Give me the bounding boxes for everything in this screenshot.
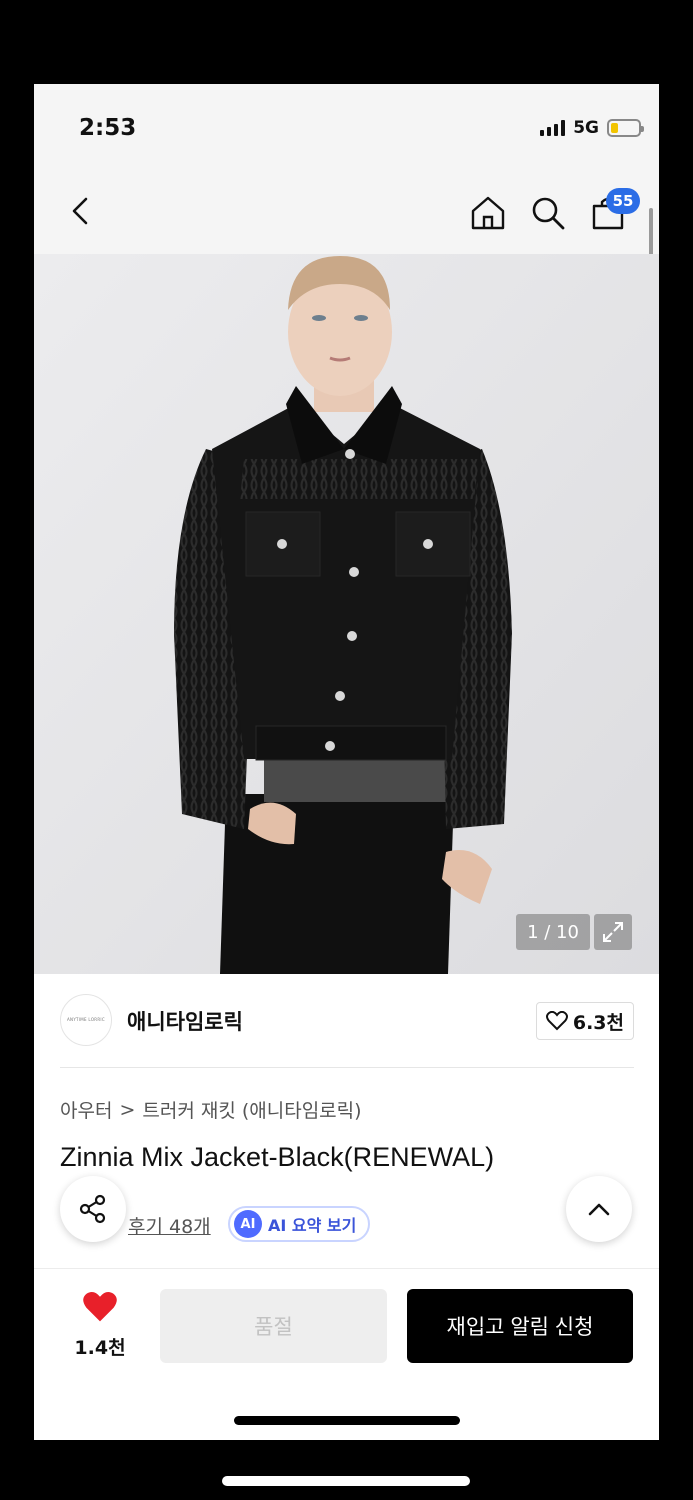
signal-icon (540, 120, 566, 136)
breadcrumb: 아우터 > 트러커 재킷 (애니타임로릭) (60, 1096, 362, 1123)
ai-badge-icon: AI (234, 1210, 262, 1238)
heart-filled-icon (83, 1292, 117, 1322)
search-button[interactable] (529, 194, 567, 232)
status-bar: 2:53 5G (34, 84, 659, 174)
top-nav: 55 (34, 174, 659, 254)
network-label: 5G (573, 118, 599, 138)
search-icon (532, 197, 565, 230)
share-button[interactable] (60, 1176, 126, 1242)
cart-count-badge: 55 (606, 188, 640, 214)
wishlist-count: 1.4천 (74, 1337, 126, 1359)
product-image[interactable]: 1 / 10 (34, 254, 659, 974)
product-title: Zinnia Mix Jacket-Black(RENEWAL) (60, 1142, 495, 1172)
ai-summary-label: AI 요약 보기 (268, 1216, 357, 1235)
chevron-left-icon (72, 197, 88, 225)
review-count-link[interactable]: 후기 48개 (128, 1212, 211, 1239)
model-photo (34, 254, 659, 974)
brand-like-count: 6.3천 (572, 1011, 624, 1034)
brand-like-button[interactable]: 6.3천 (535, 1002, 634, 1040)
brand-row: ANYTIME LORRIC 애니타임로릭 6.3천 (60, 994, 634, 1068)
breadcrumb-category[interactable]: 아우터 (60, 1096, 112, 1123)
battery-icon (607, 119, 644, 137)
image-counter: 1 / 10 (516, 914, 590, 950)
chevron-up-icon (588, 1203, 610, 1216)
status-time: 2:53 (79, 115, 137, 141)
bottom-action-bar: 1.4천 품절 재입고 알림 신청 (34, 1268, 659, 1440)
heart-outline-icon (545, 1011, 568, 1031)
share-icon (79, 1194, 106, 1224)
status-icons: 5G (540, 118, 644, 138)
home-icon (471, 196, 505, 230)
brand-logo[interactable]: ANYTIME LORRIC (60, 994, 112, 1046)
restock-alert-button[interactable]: 재입고 알림 신청 (407, 1289, 633, 1363)
soldout-button[interactable]: 품절 (160, 1289, 387, 1363)
app-home-indicator (234, 1416, 460, 1425)
home-button[interactable] (469, 194, 507, 232)
wishlist-button[interactable]: 1.4천 (64, 1291, 136, 1360)
expand-image-button[interactable] (594, 914, 632, 950)
expand-icon (603, 922, 623, 942)
ai-summary-button[interactable]: AI AI 요약 보기 (228, 1206, 371, 1242)
breadcrumb-subcategory[interactable]: 트러커 재킷 (애니타임로릭) (142, 1096, 361, 1123)
brand-name[interactable]: 애니타임로릭 (127, 1006, 243, 1036)
back-button[interactable] (64, 194, 98, 228)
breadcrumb-separator: > (119, 1098, 136, 1121)
device-home-indicator (222, 1476, 470, 1486)
scroll-to-top-button[interactable] (566, 1176, 632, 1242)
app-screen: 2:53 5G 55 1 / 10 ANYTIME LORRIC 애니타임로릭 … (34, 84, 659, 1440)
